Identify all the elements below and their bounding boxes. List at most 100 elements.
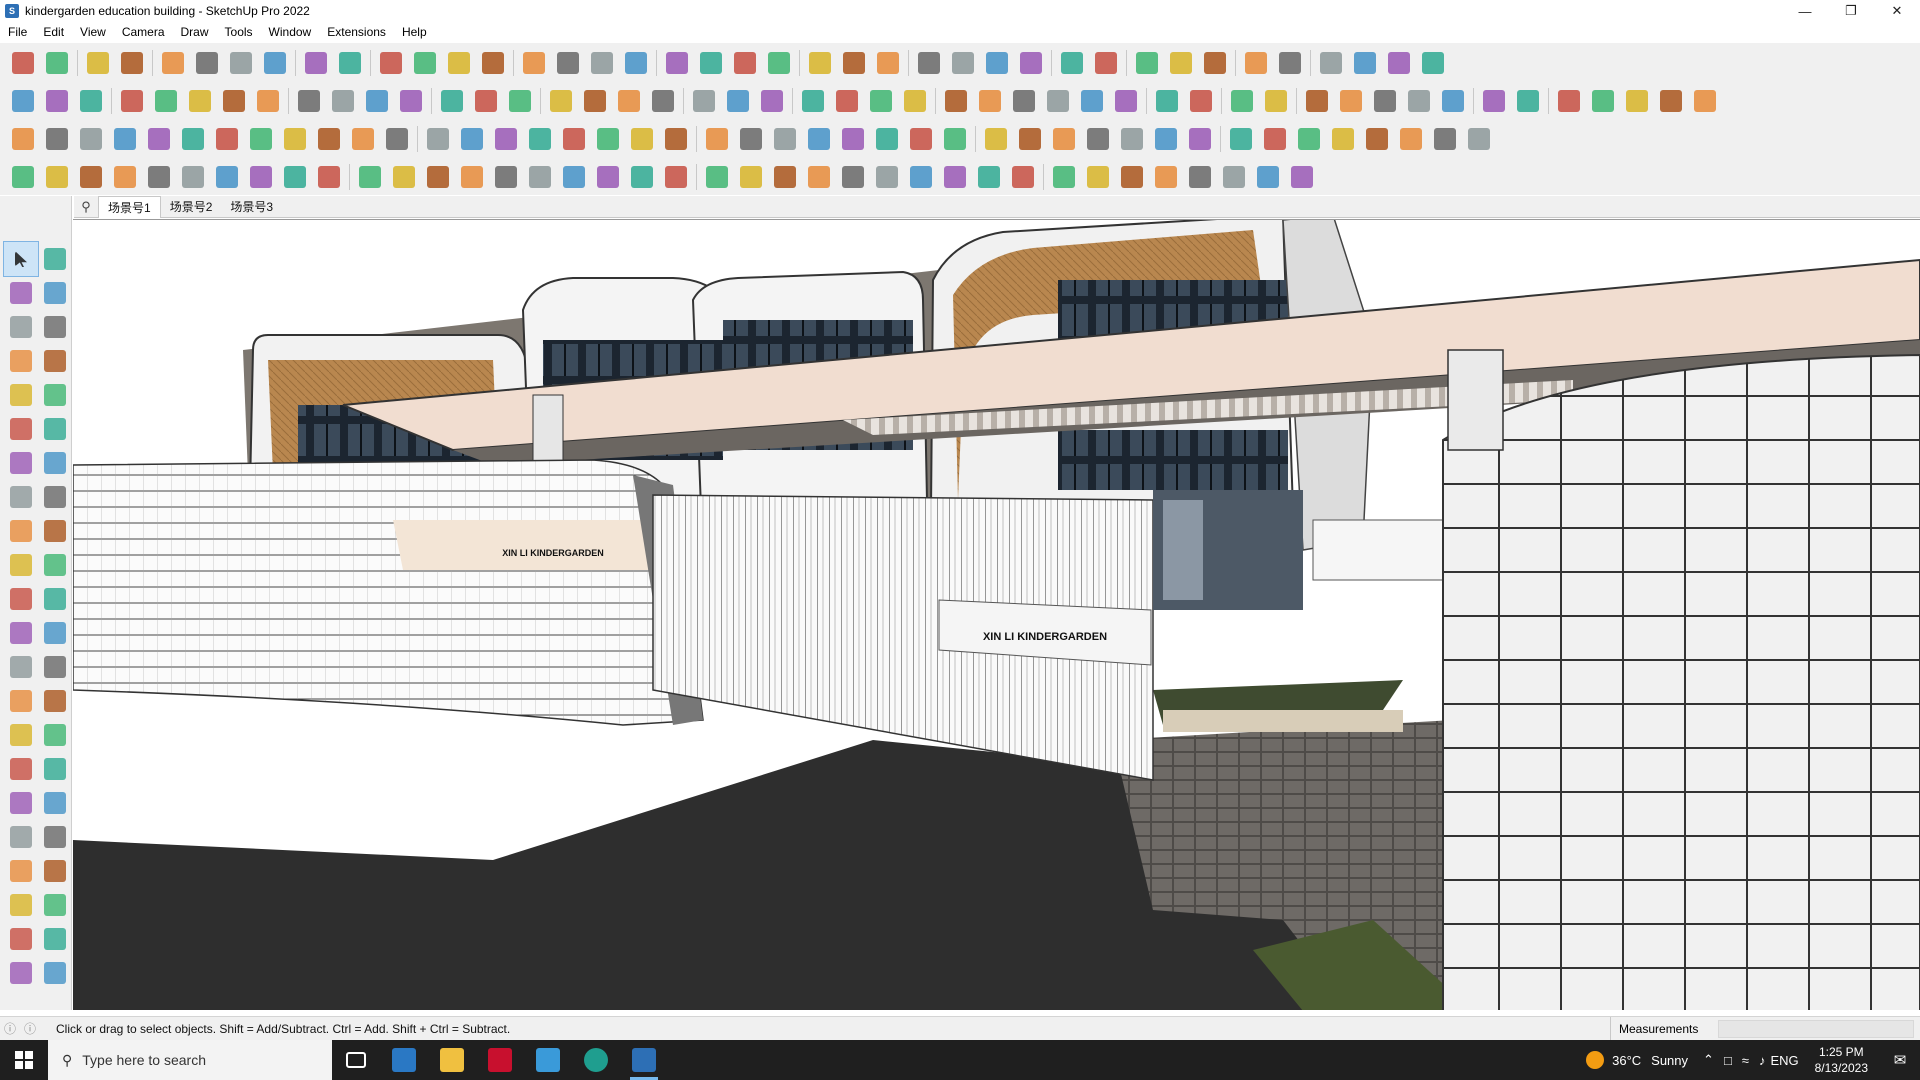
toolbar-tool-button[interactable] bbox=[972, 160, 1006, 194]
toolbar-tool-button[interactable] bbox=[1360, 122, 1394, 156]
toolbar-tool-button[interactable] bbox=[40, 122, 74, 156]
toolbar-tool-button[interactable] bbox=[224, 46, 258, 80]
notification-icon[interactable]: ✉ bbox=[1880, 1051, 1920, 1069]
toolbar-tool-button[interactable] bbox=[1511, 84, 1545, 118]
large-tool-button[interactable] bbox=[38, 480, 72, 514]
toolbar-tool-button[interactable] bbox=[1368, 84, 1402, 118]
toolbar-tool-button[interactable] bbox=[557, 122, 591, 156]
scene-tab-3[interactable]: 场景号3 bbox=[221, 196, 282, 218]
toolbar-tool-button[interactable] bbox=[912, 46, 946, 80]
toolbar-tool-button[interactable] bbox=[1225, 84, 1259, 118]
toolbar-tool-button[interactable] bbox=[210, 122, 244, 156]
toolbar-tool-button[interactable] bbox=[1382, 46, 1416, 80]
toolbar-tool-button[interactable] bbox=[312, 160, 346, 194]
toolbar-tool-button[interactable] bbox=[40, 84, 74, 118]
toolbar-tool-button[interactable] bbox=[1183, 122, 1217, 156]
large-tool-button[interactable] bbox=[4, 412, 38, 446]
toolbar-tool-button[interactable] bbox=[728, 46, 762, 80]
toolbar-tool-button[interactable] bbox=[836, 122, 870, 156]
toolbar-tool-button[interactable] bbox=[1348, 46, 1382, 80]
toolbar-tool-button[interactable] bbox=[1149, 122, 1183, 156]
large-tool-button[interactable] bbox=[4, 616, 38, 650]
toolbar-tool-button[interactable] bbox=[1075, 84, 1109, 118]
toolbar-tool-button[interactable] bbox=[6, 84, 40, 118]
large-tool-button[interactable] bbox=[38, 242, 72, 276]
toolbar-tool-button[interactable] bbox=[489, 160, 523, 194]
toolbar-tool-button[interactable] bbox=[476, 46, 510, 80]
toolbar-tool-button[interactable] bbox=[435, 84, 469, 118]
menu-view[interactable]: View bbox=[72, 25, 114, 39]
toolbar-tool-button[interactable] bbox=[802, 160, 836, 194]
toolbar-tool-button[interactable] bbox=[836, 160, 870, 194]
toolbar-tool-button[interactable] bbox=[1164, 46, 1198, 80]
toolbar-tool-button[interactable] bbox=[1654, 84, 1688, 118]
toolbar-tool-button[interactable] bbox=[694, 46, 728, 80]
large-tool-button[interactable] bbox=[4, 956, 38, 990]
toolbar-tool-button[interactable] bbox=[312, 122, 346, 156]
toolbar-tool-button[interactable] bbox=[1552, 84, 1586, 118]
large-tool-button[interactable] bbox=[38, 276, 72, 310]
toolbar-tool-button[interactable] bbox=[660, 46, 694, 80]
large-tool-button[interactable] bbox=[4, 446, 38, 480]
large-tool-button[interactable] bbox=[4, 820, 38, 854]
large-tool-button[interactable] bbox=[4, 344, 38, 378]
toolbar-tool-button[interactable] bbox=[74, 160, 108, 194]
toolbar-tool-button[interactable] bbox=[734, 160, 768, 194]
toolbar-tool-button[interactable] bbox=[149, 84, 183, 118]
toolbar-tool-button[interactable] bbox=[1013, 122, 1047, 156]
toolbar-tool-button[interactable] bbox=[1217, 160, 1251, 194]
toolbar-tool-button[interactable] bbox=[557, 160, 591, 194]
toolbar-tool-button[interactable] bbox=[870, 122, 904, 156]
menu-extensions[interactable]: Extensions bbox=[319, 25, 394, 39]
toolbar-tool-button[interactable] bbox=[176, 122, 210, 156]
toolbar-tool-button[interactable] bbox=[353, 160, 387, 194]
large-tool-button[interactable] bbox=[38, 922, 72, 956]
large-tool-button[interactable] bbox=[38, 752, 72, 786]
scene-tab-2[interactable]: 场景号2 bbox=[161, 196, 222, 218]
toolbar-tool-button[interactable] bbox=[612, 84, 646, 118]
large-tool-button[interactable] bbox=[38, 344, 72, 378]
toolbar-tool-button[interactable] bbox=[762, 46, 796, 80]
toolbar-tool-button[interactable] bbox=[1149, 160, 1183, 194]
large-tool-button[interactable] bbox=[4, 480, 38, 514]
toolbar-tool-button[interactable] bbox=[1251, 160, 1285, 194]
toolbar-tool-button[interactable] bbox=[6, 160, 40, 194]
toolbar-tool-button[interactable] bbox=[979, 122, 1013, 156]
toolbar-tool-button[interactable] bbox=[1047, 160, 1081, 194]
toolbar-tool-button[interactable] bbox=[939, 84, 973, 118]
task-view-button[interactable] bbox=[332, 1040, 380, 1080]
toolbar-tool-button[interactable] bbox=[278, 122, 312, 156]
toolbar-tool-button[interactable] bbox=[904, 122, 938, 156]
large-tool-button[interactable] bbox=[4, 854, 38, 888]
toolbar-tool-button[interactable] bbox=[803, 46, 837, 80]
toolbar-tool-button[interactable] bbox=[802, 122, 836, 156]
large-tool-button[interactable] bbox=[4, 786, 38, 820]
toolbar-tool-button[interactable] bbox=[1462, 122, 1496, 156]
toolbar-tool-button[interactable] bbox=[1081, 160, 1115, 194]
toolbar-tool-button[interactable] bbox=[278, 160, 312, 194]
toolbar-tool-button[interactable] bbox=[946, 46, 980, 80]
menu-draw[interactable]: Draw bbox=[173, 25, 217, 39]
toolbar-tool-button[interactable] bbox=[973, 84, 1007, 118]
monitor-icon[interactable]: □ bbox=[1724, 1053, 1732, 1068]
restore-button[interactable]: ❐ bbox=[1828, 0, 1874, 22]
toolbar-tool-button[interactable] bbox=[74, 84, 108, 118]
toolbar-tool-button[interactable] bbox=[871, 46, 905, 80]
toolbar-tool-button[interactable] bbox=[360, 84, 394, 118]
toolbar-tool-button[interactable] bbox=[346, 122, 380, 156]
toolbar-tool-button[interactable] bbox=[217, 84, 251, 118]
model-viewport[interactable]: XIN LI KINDERGARDEN XIN LI KINDERGARDEN bbox=[73, 219, 1920, 1010]
menu-tools[interactable]: Tools bbox=[217, 25, 261, 39]
large-tool-button[interactable] bbox=[4, 548, 38, 582]
toolbar-tool-button[interactable] bbox=[292, 84, 326, 118]
toolbar-tool-button[interactable] bbox=[1394, 122, 1428, 156]
toolbar-tool-button[interactable] bbox=[108, 122, 142, 156]
toolbar-tool-button[interactable] bbox=[625, 160, 659, 194]
large-tool-button[interactable] bbox=[38, 820, 72, 854]
menu-file[interactable]: File bbox=[0, 25, 35, 39]
large-tool-button[interactable] bbox=[38, 786, 72, 820]
toolbar-tool-button[interactable] bbox=[1688, 84, 1722, 118]
toolbar-tool-button[interactable] bbox=[659, 122, 693, 156]
toolbar-tool-button[interactable] bbox=[1007, 84, 1041, 118]
toolbar-tool-button[interactable] bbox=[1300, 84, 1334, 118]
